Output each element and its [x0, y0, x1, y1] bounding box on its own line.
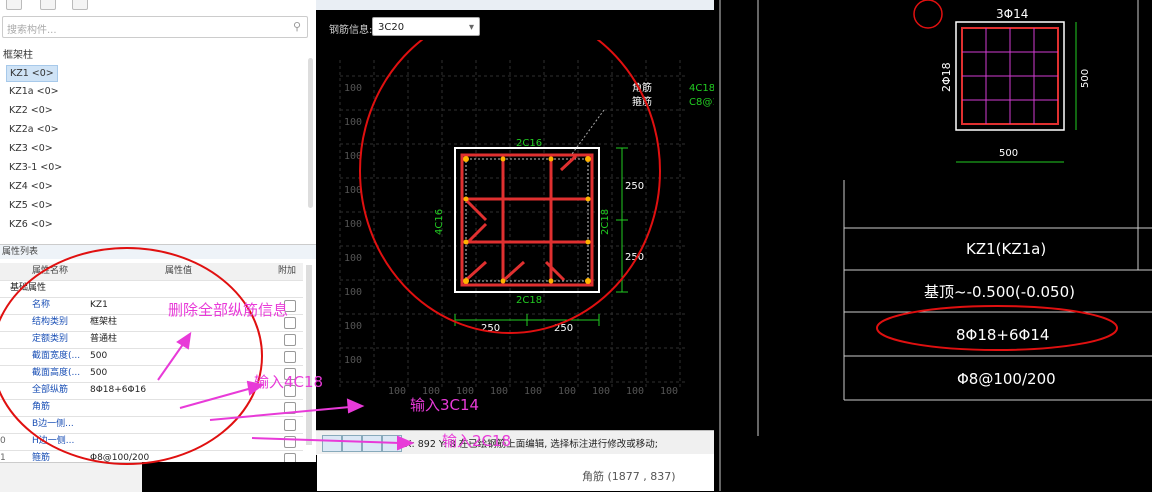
annotation-input-2: 输入3C14: [410, 396, 480, 414]
annotation-delete: 删除全部纵筋信息: [168, 301, 289, 319]
annotation-layer: [0, 247, 415, 465]
props-highlight-ellipse: [0, 247, 263, 465]
annotation-input-3: 输入2C18: [442, 432, 512, 450]
annotation-input-1: 输入4C18: [254, 373, 324, 391]
